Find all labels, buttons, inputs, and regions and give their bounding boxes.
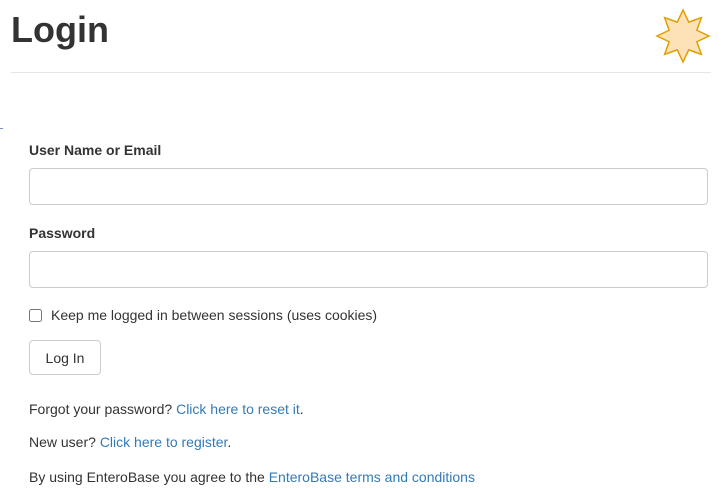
- forgot-password-suffix: .: [299, 401, 304, 417]
- password-input[interactable]: [29, 251, 708, 288]
- terms-text: By using EnteroBase you agree to the: [29, 469, 269, 485]
- reset-password-link[interactable]: Click here to reset it: [176, 401, 300, 417]
- remember-me-checkbox[interactable]: [29, 308, 42, 322]
- username-label: User Name or Email: [29, 142, 162, 158]
- terms-line: By using EnteroBase you agree to the Ent…: [29, 469, 475, 485]
- new-user-text: New user?: [29, 434, 100, 450]
- log-in-button[interactable]: Log In: [29, 340, 101, 375]
- left-edge-marker: [0, 128, 3, 129]
- terms-and-conditions-link[interactable]: EnteroBase terms and conditions: [269, 469, 475, 485]
- username-input[interactable]: [29, 168, 708, 205]
- password-label: Password: [29, 225, 96, 241]
- remember-me-label: Keep me logged in between sessions (uses…: [51, 307, 378, 323]
- forgot-password-text: Forgot your password?: [29, 401, 177, 417]
- register-link[interactable]: Click here to register: [100, 434, 228, 450]
- new-user-line: New user? Click here to register.: [29, 434, 231, 450]
- remember-me-row[interactable]: Keep me logged in between sessions (uses…: [29, 307, 377, 323]
- star-icon: [655, 8, 711, 64]
- new-user-suffix: .: [227, 434, 232, 450]
- page-title: Login: [11, 9, 109, 50]
- forgot-password-line: Forgot your password? Click here to rese…: [29, 401, 304, 417]
- page-header: Login: [11, 0, 711, 73]
